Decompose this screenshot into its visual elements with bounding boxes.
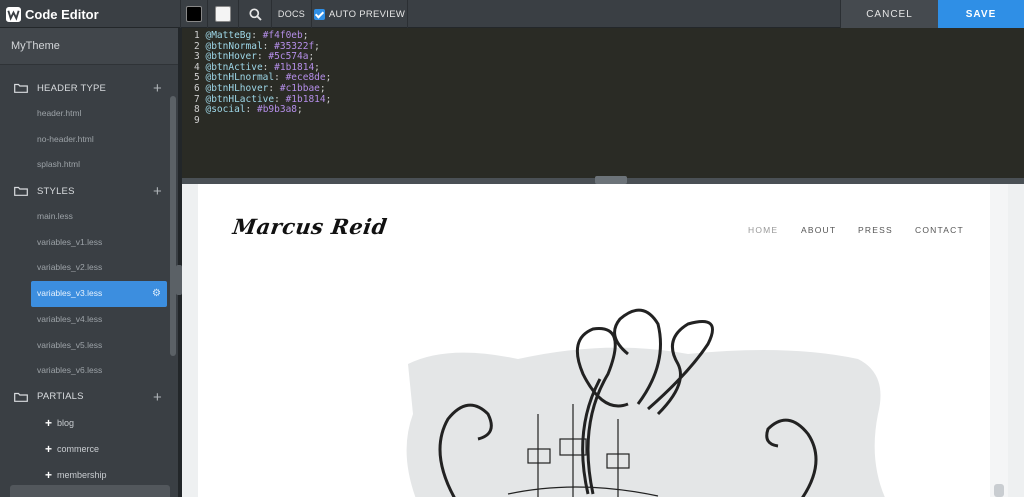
file-item[interactable]: variables_v1.less <box>0 230 170 256</box>
search-button[interactable] <box>238 0 271 28</box>
file-item[interactable]: main.less <box>0 204 170 230</box>
less-value: #ece8de <box>285 72 326 84</box>
sidebar-scrollbar[interactable] <box>170 96 176 356</box>
section-header-type[interactable]: HEADER TYPE + <box>0 75 170 101</box>
app-title: Code Editor <box>25 6 99 22</box>
less-value: #f4f0eb <box>262 30 303 41</box>
nav-home[interactable]: HOME <box>748 225 778 235</box>
file-item-active[interactable]: variables_v3.less ⚙ <box>31 281 167 307</box>
save-button[interactable]: SAVE <box>938 0 1024 28</box>
less-variable: @btnActive <box>205 61 263 73</box>
partial-folder[interactable]: + blog <box>0 410 170 436</box>
less-value: #5c574a <box>268 51 309 63</box>
docs-label: DOCS <box>277 9 306 19</box>
folder-icon <box>14 392 28 402</box>
light-color-swatch <box>215 6 231 22</box>
file-item[interactable]: header.html <box>0 101 170 127</box>
nav-about[interactable]: ABOUT <box>801 225 836 235</box>
section-title: PARTIALS <box>37 391 84 403</box>
search-icon <box>248 7 262 21</box>
nav-press[interactable]: PRESS <box>858 225 893 235</box>
line-number: 7 <box>194 93 200 105</box>
file-item[interactable]: no-header.html <box>0 127 170 153</box>
add-file-icon[interactable]: + <box>153 183 162 200</box>
line-number: 8 <box>194 104 200 116</box>
expand-icon: + <box>45 415 53 430</box>
docs-button[interactable]: DOCS <box>271 0 311 28</box>
app-logo: Code Editor <box>6 5 99 23</box>
dark-color-swatch <box>186 6 202 22</box>
auto-preview-checkbox[interactable] <box>313 8 325 20</box>
site-preview: Marcus Reid HOME ABOUT PRESS CONTACT <box>182 184 1024 497</box>
section-title: HEADER TYPE <box>37 82 107 94</box>
auto-preview-toggle[interactable]: AUTO PREVIEW <box>311 0 408 28</box>
sidebar-footer <box>10 485 170 497</box>
preview-page: Marcus Reid HOME ABOUT PRESS CONTACT <box>198 184 990 497</box>
file-item-label: variables_v3.less <box>37 288 103 299</box>
line-number: 2 <box>194 40 200 52</box>
add-file-icon[interactable]: + <box>153 80 162 97</box>
folder-icon <box>14 186 28 196</box>
less-value: #1b1814 <box>285 93 326 105</box>
code-line[interactable]: 1 @MatteBg: #f4f0eb; <box>194 30 1024 42</box>
add-file-icon[interactable]: + <box>153 389 162 406</box>
less-value: #35322f <box>274 40 315 52</box>
dark-color-swatch-button[interactable] <box>180 0 207 28</box>
file-sidebar: MyTheme HEADER TYPE + header.html no-hea… <box>0 28 178 497</box>
less-value: #1b1814 <box>274 61 315 73</box>
less-variable: @btnHLactive <box>205 93 275 105</box>
theme-name: MyTheme <box>0 28 178 65</box>
partial-label: blog <box>57 417 75 428</box>
partial-label: commerce <box>57 443 100 454</box>
section-title: STYLES <box>37 185 75 197</box>
file-item[interactable]: variables_v5.less <box>0 333 170 359</box>
line-number: 4 <box>194 61 200 73</box>
code-line[interactable]: 9 <box>194 114 1024 127</box>
octopus-ship-illustration <box>406 308 885 497</box>
less-variable: @MatteBg <box>205 30 252 41</box>
partial-label: membership <box>57 469 107 480</box>
file-item[interactable]: variables_v4.less <box>0 307 170 333</box>
line-number: 6 <box>194 82 200 94</box>
light-color-swatch-button[interactable] <box>207 0 238 28</box>
top-toolbar: Code Editor DOCS AUTO PREVIEW CANCEL SAV… <box>0 0 1024 28</box>
nav-contact[interactable]: CONTACT <box>915 225 964 235</box>
gear-icon[interactable]: ⚙ <box>152 281 161 307</box>
less-value: #c1bbae <box>279 82 320 94</box>
line-number: 9 <box>194 114 200 126</box>
less-variable: @btnHover <box>205 51 257 63</box>
file-item[interactable]: splash.html <box>0 152 170 178</box>
site-brand[interactable]: Marcus Reid <box>231 214 389 239</box>
file-item[interactable]: variables_v6.less <box>0 358 170 384</box>
less-value: #b9b3a8 <box>256 104 298 116</box>
code-line[interactable]: 7 @btnHLactive: #1b1814; <box>194 93 1024 106</box>
preview-scrollbar-thumb[interactable] <box>994 484 1004 497</box>
preview-scrollbar-track[interactable] <box>990 184 1008 497</box>
code-editor[interactable]: 1 @MatteBg: #f4f0eb; 2 @btnNormal: #35322… <box>182 28 1024 178</box>
code-line[interactable]: 8 @social: #b9b3a8; <box>194 104 1024 116</box>
weebly-logo-icon <box>6 6 21 22</box>
code-line[interactable]: 2 @btnNormal: #35322f; <box>194 40 1024 53</box>
less-variable: @btnNormal <box>205 40 263 52</box>
line-number: 3 <box>194 51 200 63</box>
line-number: 5 <box>194 72 200 84</box>
expand-icon: + <box>45 441 53 456</box>
cancel-button[interactable]: CANCEL <box>840 0 938 28</box>
less-variable: @social <box>205 104 246 116</box>
file-tree: HEADER TYPE + header.html no-header.html… <box>0 65 170 497</box>
partial-folder[interactable]: + commerce <box>0 436 170 462</box>
section-styles[interactable]: STYLES + <box>0 178 170 204</box>
partial-folder[interactable]: + membership <box>0 462 170 488</box>
expand-icon: + <box>45 467 53 482</box>
horizontal-splitter-handle[interactable] <box>595 176 627 184</box>
folder-icon <box>14 83 28 93</box>
section-partials[interactable]: PARTIALS + <box>0 384 170 410</box>
line-number: 1 <box>194 30 200 41</box>
less-variable: @btnHLhover <box>205 82 269 94</box>
less-variable: @btnHLnormal <box>205 72 275 84</box>
auto-preview-label: AUTO PREVIEW <box>328 8 406 20</box>
file-item[interactable]: variables_v2.less <box>0 255 170 281</box>
